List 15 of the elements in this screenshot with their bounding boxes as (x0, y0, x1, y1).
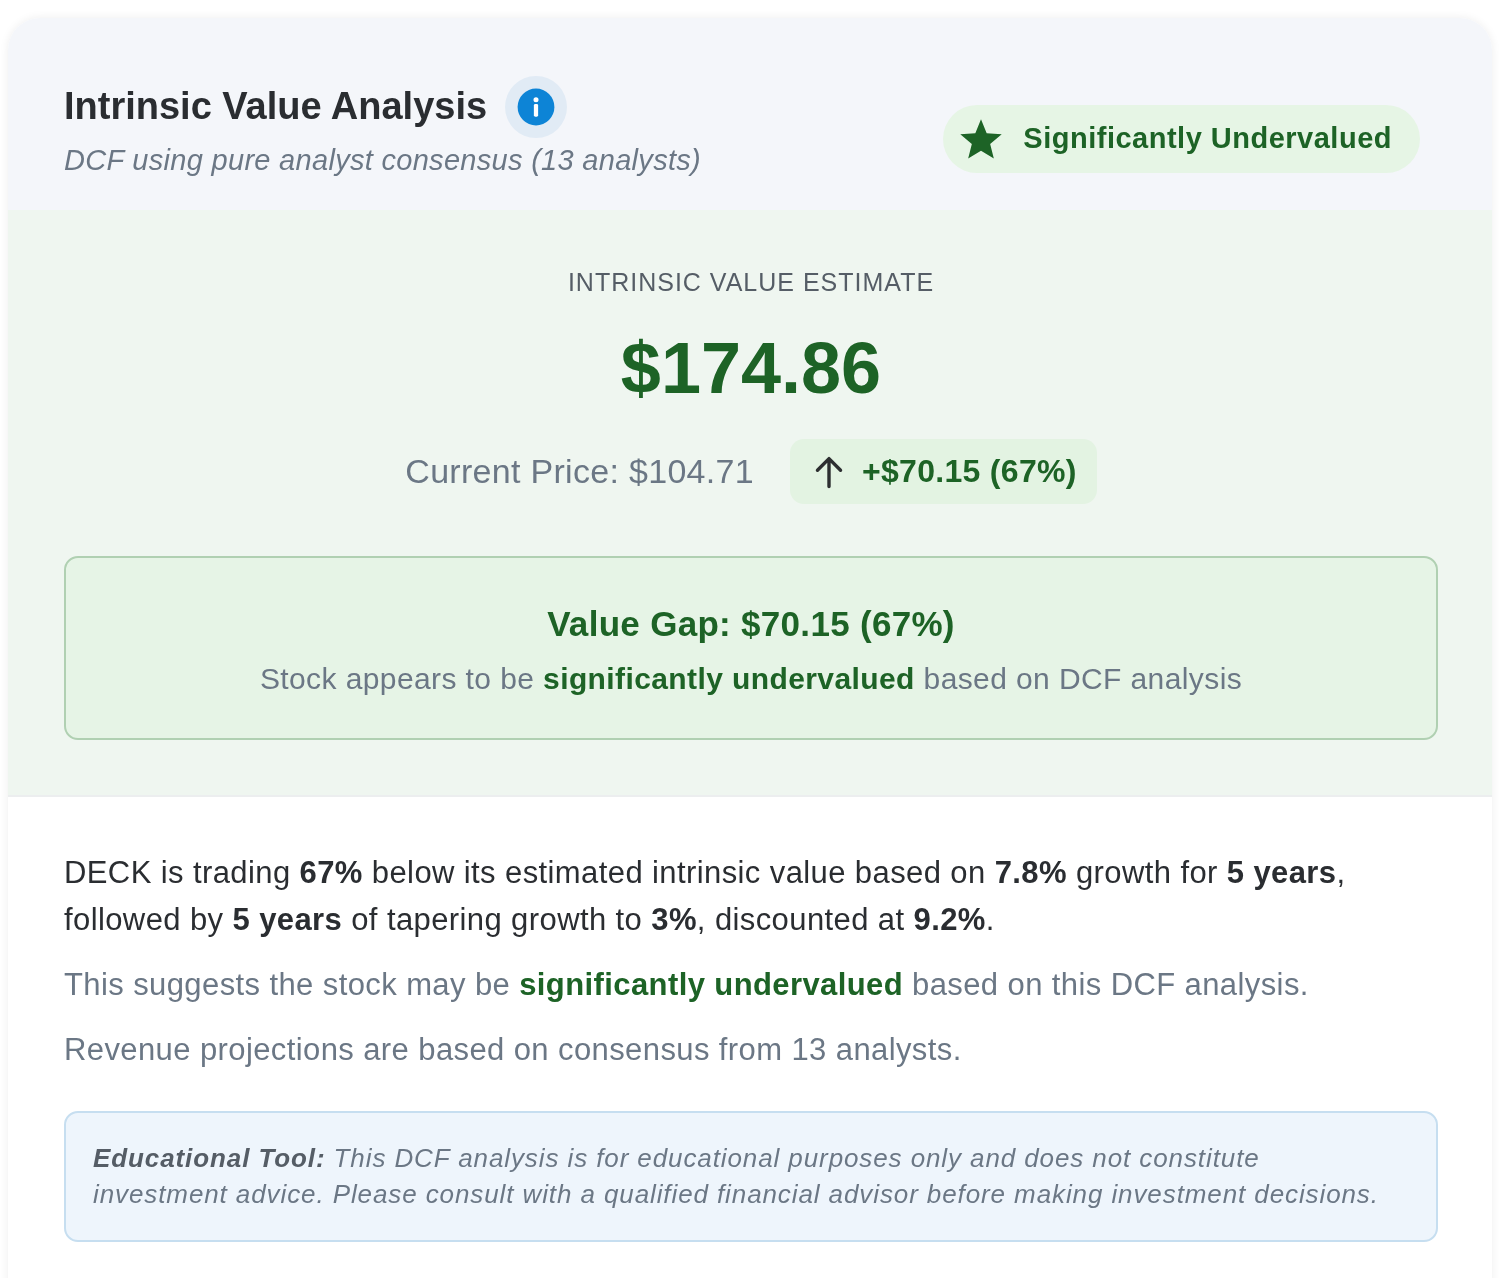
badge-label: Significantly Undervalued (1023, 122, 1392, 155)
card-title: Intrinsic Value Analysis (64, 84, 488, 130)
intrinsic-value: $174.86 (620, 329, 882, 409)
value-gap-title: Value Gap: $70.15 (67%) (547, 604, 955, 645)
arrow-up-icon (814, 454, 844, 489)
disclaimer-text: Educational Tool: This DCF analysis is for educational purposes only and does not constitute investment advice. Please consult with a qualified financial advisor before making investment decisions. (93, 1142, 1380, 1212)
estimate-label: INTRINSIC VALUE ESTIMATE (567, 268, 935, 297)
price-change: +$70.15 (67%) (862, 453, 1077, 491)
info-icon[interactable] (505, 76, 568, 138)
summary-paragraph: DECK is trading 67% below its estimated intrinsic value based on 7.8% growth for 5 years, followed by 5 years of tapering growth to 3%, discounted at 9.2%. (64, 854, 1347, 940)
value-gap-text: Stock appears to be significantly undervalued based on DCF analysis (259, 662, 1243, 697)
summary-paragraph: This suggests the stock may be significantly undervalued based on this DCF analysis. (64, 966, 1310, 1005)
current-price: Current Price: $104.71 (405, 452, 754, 492)
card-subtitle: DCF using pure analyst consensus (13 analysts) (64, 144, 702, 177)
summary-paragraph: Revenue projections are based on consensus from 13 analysts. (64, 1031, 963, 1070)
